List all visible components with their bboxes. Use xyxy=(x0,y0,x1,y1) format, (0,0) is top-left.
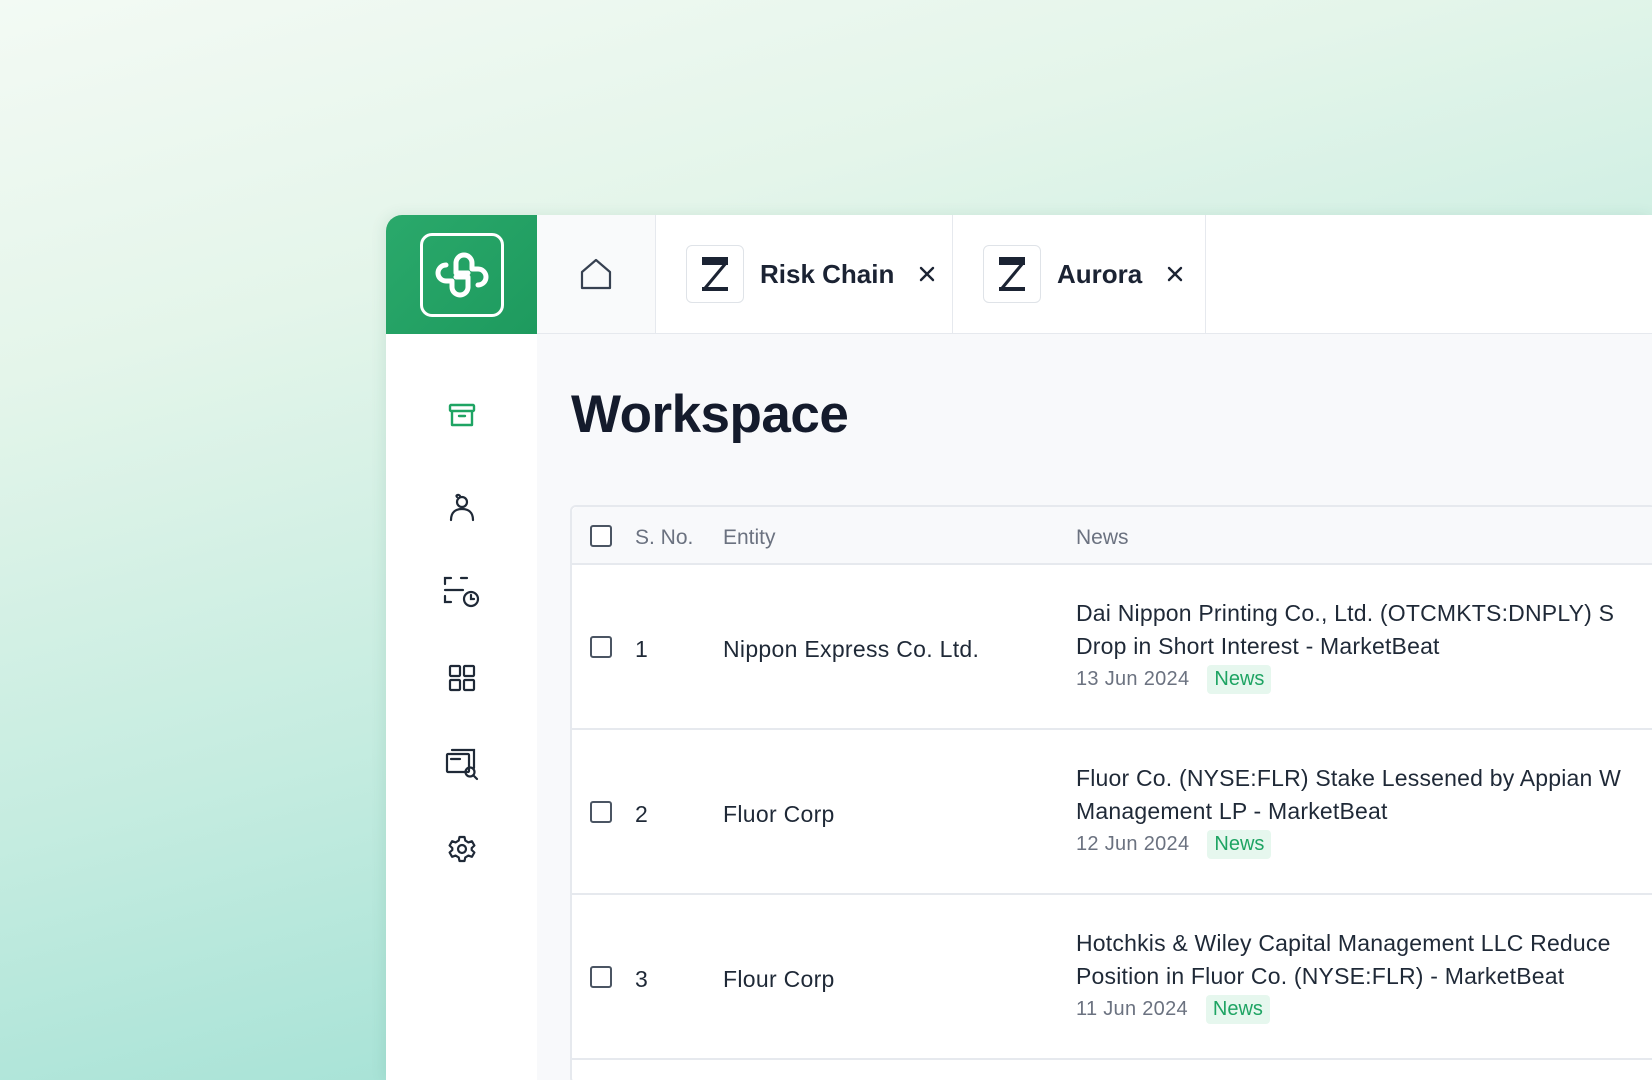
sidebar-item-monitor[interactable] xyxy=(442,744,482,784)
tab-badge xyxy=(983,245,1041,303)
tab-label: Risk Chain xyxy=(760,258,895,289)
tab-aurora[interactable]: Aurora xyxy=(953,215,1206,333)
archive-icon xyxy=(448,403,476,427)
news-headline-link[interactable]: Fluor Co. (NYSE:FLR) Stake Lessened by A… xyxy=(1076,762,1652,828)
home-icon xyxy=(580,258,612,290)
table-header: S. No. Entity News xyxy=(572,507,1652,565)
row-checkbox[interactable] xyxy=(590,801,612,823)
home-tab[interactable] xyxy=(537,215,656,333)
close-icon[interactable] xyxy=(1164,263,1186,285)
z-logo-icon xyxy=(702,257,728,291)
row-entity: Fluor Corp xyxy=(723,801,835,827)
news-meta: 12 Jun 2024 News xyxy=(1076,830,1272,859)
sidebar-item-archive[interactable] xyxy=(442,395,482,435)
row-entity: Flour Corp xyxy=(723,966,835,992)
news-table: S. No. Entity News 1 Nippon Express Co. … xyxy=(570,505,1652,1080)
news-line: Drop in Short Interest - MarketBeat xyxy=(1076,633,1440,659)
column-header-sno: S. No. xyxy=(635,526,694,549)
row-entity: Nippon Express Co. Ltd. xyxy=(723,636,980,662)
news-line: Hotchkis & Wiley Capital Management LLC … xyxy=(1076,930,1611,956)
news-date: 11 Jun 2024 xyxy=(1076,998,1188,1020)
table-row[interactable]: 3 Flour Corp Hotchkis & Wiley Capital Ma… xyxy=(572,895,1652,1060)
news-line: Dai Nippon Printing Co., Ltd. (OTCMKTS:D… xyxy=(1076,600,1615,626)
news-badge: News xyxy=(1205,995,1270,1024)
gear-icon xyxy=(448,835,476,863)
sidebar xyxy=(386,334,537,1080)
news-badge: News xyxy=(1207,830,1272,859)
news-badge: News xyxy=(1207,665,1272,694)
logo-box xyxy=(419,232,504,317)
news-line: Management LP - MarketBeat xyxy=(1076,798,1388,824)
sidebar-item-scan-history[interactable] xyxy=(442,572,482,612)
close-icon[interactable] xyxy=(916,263,938,285)
row-sno: 1 xyxy=(635,636,648,662)
user-icon xyxy=(449,493,475,522)
news-meta: 11 Jun 2024 News xyxy=(1076,995,1270,1024)
table-row[interactable]: 2 Fluor Corp Fluor Co. (NYSE:FLR) Stake … xyxy=(572,730,1652,895)
news-line: Fluor Co. (NYSE:FLR) Stake Lessened by A… xyxy=(1076,765,1622,791)
news-headline-link[interactable]: Dai Nippon Printing Co., Ltd. (OTCMKTS:D… xyxy=(1076,597,1652,663)
tab-badge xyxy=(686,245,744,303)
page-title: Workspace xyxy=(571,385,849,444)
row-checkbox[interactable] xyxy=(590,636,612,658)
row-checkbox[interactable] xyxy=(590,966,612,988)
row-sno: 2 xyxy=(635,801,648,827)
grid-icon xyxy=(448,664,476,692)
table-row[interactable]: 1 Nippon Express Co. Ltd. Dai Nippon Pri… xyxy=(572,565,1652,730)
select-all-checkbox[interactable] xyxy=(590,525,612,547)
column-header-entity: Entity xyxy=(723,526,776,549)
tab-label: Aurora xyxy=(1057,258,1143,289)
tab-risk-chain[interactable]: Risk Chain xyxy=(656,215,953,333)
news-line: Position in Fluor Co. (NYSE:FLR) - Marke… xyxy=(1076,963,1565,989)
column-header-news: News xyxy=(1076,526,1129,549)
news-headline-link[interactable]: Hotchkis & Wiley Capital Management LLC … xyxy=(1076,927,1652,993)
main-content: Workspace S. No. Entity News 1 Nippon Ex… xyxy=(537,334,1652,1080)
app-logo[interactable] xyxy=(386,215,537,334)
scan-clock-icon xyxy=(443,576,480,608)
row-sno: 3 xyxy=(635,966,648,992)
sidebar-item-dashboard[interactable] xyxy=(442,658,482,698)
sidebar-item-settings[interactable] xyxy=(442,829,482,869)
sidebar-item-users[interactable] xyxy=(442,488,482,528)
z-logo-icon xyxy=(999,257,1025,291)
app-window: Risk Chain Aurora Workspace S. No. Entit… xyxy=(386,215,1652,1080)
tab-bar: Risk Chain Aurora xyxy=(537,215,1652,334)
news-date: 12 Jun 2024 xyxy=(1076,833,1190,855)
screen-search-icon xyxy=(445,748,479,781)
news-meta: 13 Jun 2024 News xyxy=(1076,665,1272,694)
news-date: 13 Jun 2024 xyxy=(1076,668,1190,690)
logo-knot-icon xyxy=(435,252,488,297)
